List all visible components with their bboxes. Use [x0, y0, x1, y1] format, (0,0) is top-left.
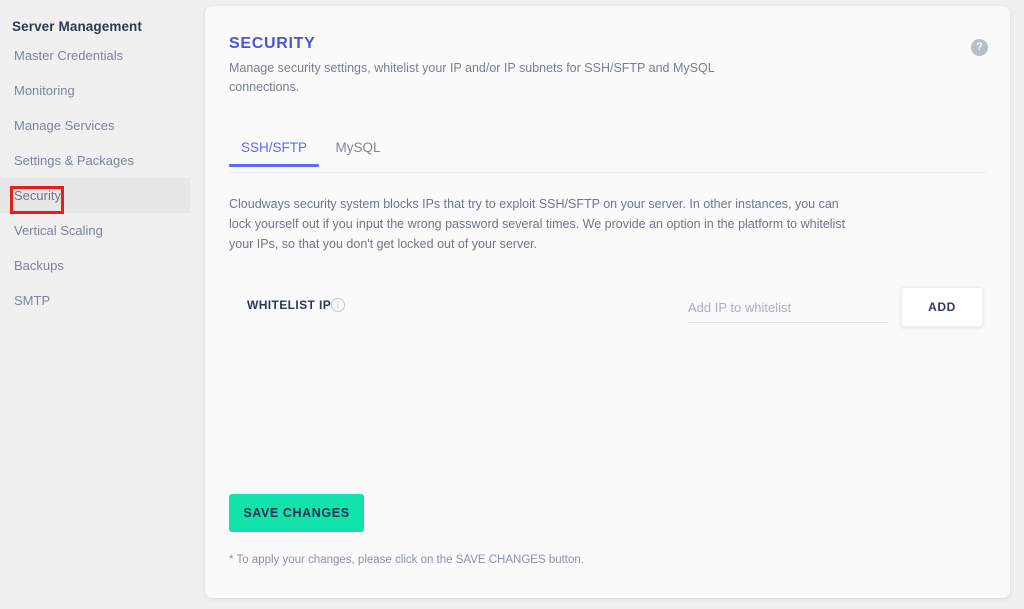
sidebar-title: Server Management — [12, 19, 143, 34]
whitelist-ip-input[interactable] — [688, 292, 888, 323]
sidebar-item-settings-packages[interactable]: Settings & Packages — [0, 143, 200, 178]
sidebar-item-smtp[interactable]: SMTP — [0, 283, 200, 318]
page-subtitle: Manage security settings, whitelist your… — [229, 61, 715, 94]
sidebar-item-manage-services[interactable]: Manage Services — [0, 108, 200, 143]
help-circle-icon[interactable]: ? — [971, 39, 988, 56]
security-description: Cloudways security system blocks IPs tha… — [229, 197, 846, 251]
sidebar: Server Management Master Credentials Mon… — [0, 0, 200, 609]
sidebar-item-label: Master Credentials — [14, 48, 124, 63]
sidebar-item-monitoring[interactable]: Monitoring — [0, 73, 200, 108]
sidebar-item-label: Vertical Scaling — [14, 223, 103, 238]
sidebar-item-label: Security — [14, 188, 61, 203]
sidebar-item-security[interactable]: Security — [0, 178, 190, 213]
add-ip-button[interactable]: ADD — [901, 287, 983, 327]
tab-bar: SSH/SFTP MySQL — [229, 137, 986, 173]
info-circle-icon[interactable]: i — [331, 298, 345, 312]
sidebar-item-master-credentials[interactable]: Master Credentials — [0, 38, 200, 73]
sidebar-item-vertical-scaling[interactable]: Vertical Scaling — [0, 213, 200, 248]
sidebar-item-backups[interactable]: Backups — [0, 248, 200, 283]
footer-note: * To apply your changes, please click on… — [229, 554, 584, 566]
sidebar-item-label: Settings & Packages — [14, 153, 134, 168]
whitelist-ip-label: WHITELIST IP — [247, 298, 332, 312]
security-settings-card: ? SECURITY Manage security settings, whi… — [205, 6, 1010, 598]
sidebar-item-label: SMTP — [14, 293, 51, 308]
sidebar-item-label: Manage Services — [14, 118, 115, 133]
save-changes-button[interactable]: SAVE CHANGES — [229, 494, 364, 532]
tab-mysql[interactable]: MySQL — [323, 140, 392, 166]
tab-ssh-sftp[interactable]: SSH/SFTP — [229, 140, 320, 167]
sidebar-item-label: Backups — [14, 258, 64, 273]
whitelist-ip-row: WHITELIST IP i ADD — [205, 287, 1010, 336]
sidebar-item-label: Monitoring — [14, 83, 75, 98]
page-title: SECURITY — [229, 35, 316, 52]
